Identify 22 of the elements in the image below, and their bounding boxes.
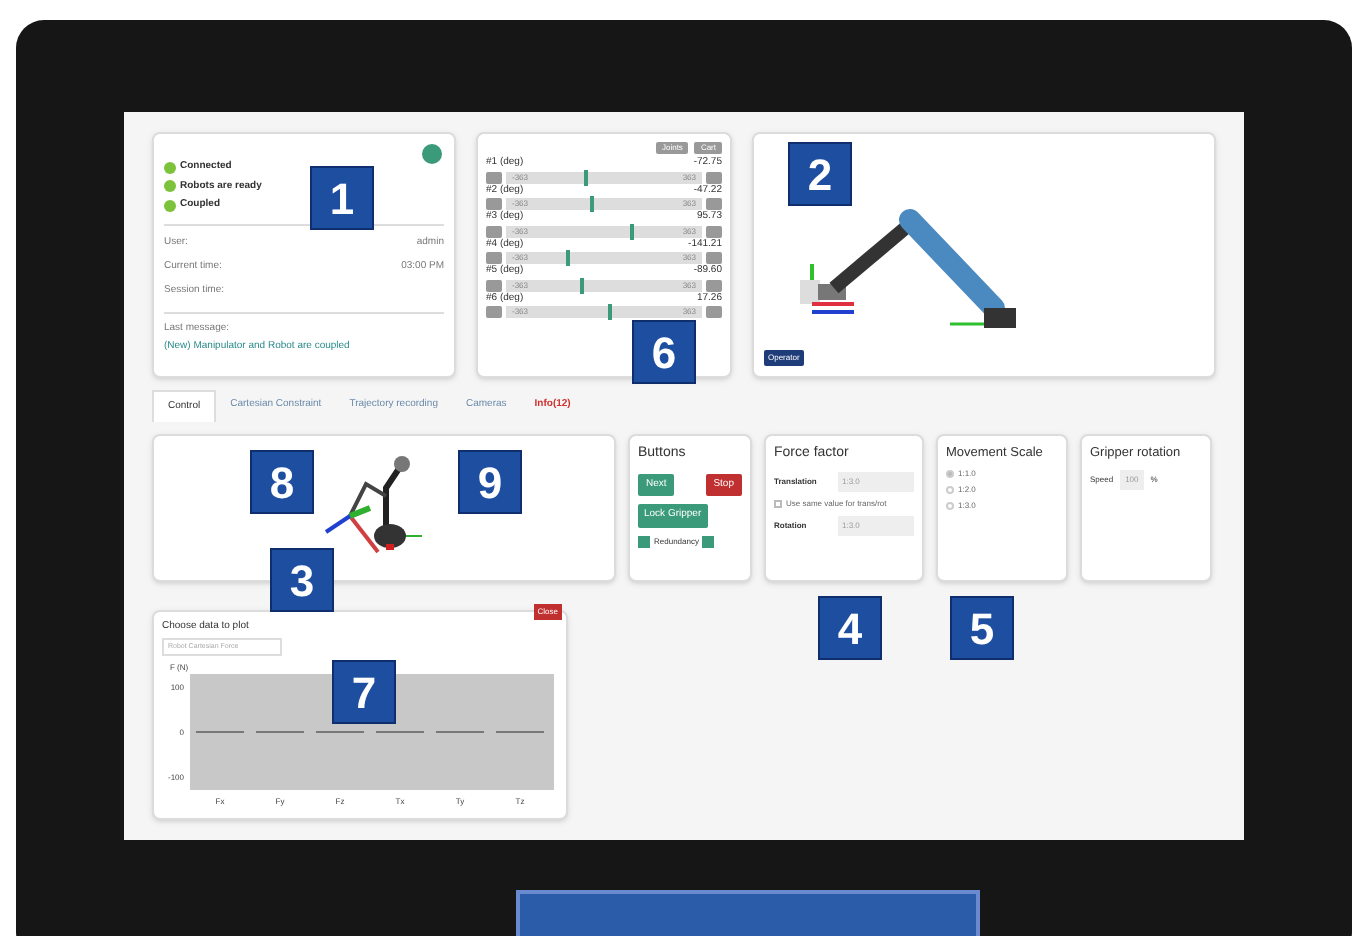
slider-thumb[interactable]: [607, 304, 612, 320]
radio-button[interactable]: [946, 470, 954, 479]
radio-button[interactable]: [946, 502, 954, 511]
callout-number: 4: [818, 596, 882, 660]
power-icon[interactable]: [422, 144, 442, 164]
callout-number: 1: [310, 166, 374, 230]
decrement-button[interactable]: [638, 535, 650, 548]
slider-thumb[interactable]: [580, 277, 585, 293]
callout-number: 6: [632, 320, 696, 384]
radio-button[interactable]: [946, 486, 954, 495]
slider-thumb[interactable]: [566, 250, 571, 266]
slider-thumb[interactable]: [590, 196, 595, 212]
callout-number: 2: [788, 142, 852, 206]
callout-number: 9: [458, 450, 522, 514]
callout-number: 8: [250, 450, 314, 514]
increment-button[interactable]: [702, 535, 715, 548]
callout-number: 3: [270, 548, 334, 612]
checkbox[interactable]: [774, 499, 782, 508]
callout-number: 5: [950, 596, 1014, 660]
callout-number: 7: [332, 660, 396, 724]
slider-thumb[interactable]: [629, 223, 634, 239]
slider-thumb[interactable]: [584, 169, 589, 185]
